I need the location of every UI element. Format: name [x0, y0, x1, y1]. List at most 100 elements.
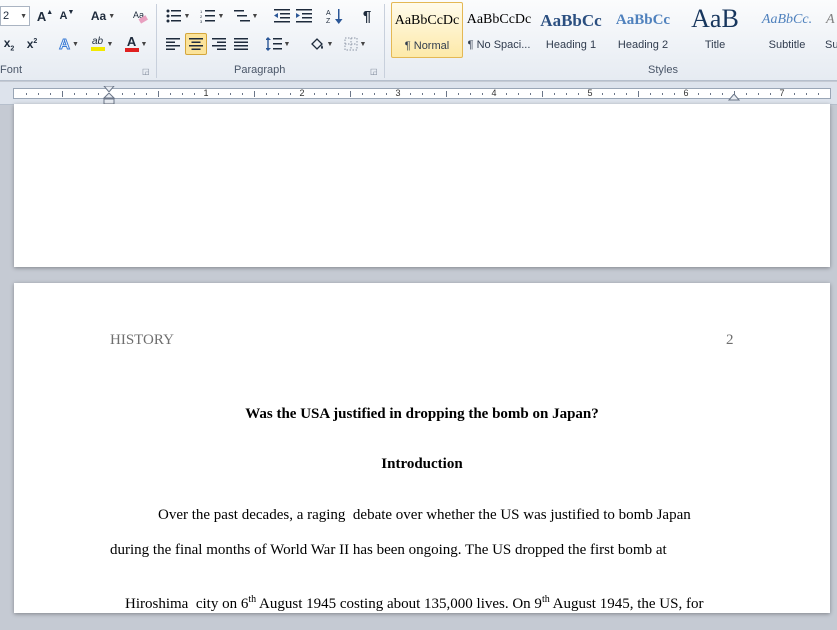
justify-icon	[234, 38, 248, 50]
style-name: Subtitle	[768, 39, 806, 51]
change-case-button[interactable]: Aa ▼	[88, 6, 118, 26]
style-no-spacing[interactable]: AaBbCcDc ¶ No Spaci...	[463, 2, 535, 58]
style-subtitle[interactable]: AaBbCc. Subtitle	[751, 2, 823, 58]
highlight-button[interactable]: ab ▼	[86, 34, 118, 54]
clear-formatting-icon: Aa	[133, 10, 148, 24]
font-color-icon: A	[124, 35, 139, 52]
paragraph-group-label: Paragraph	[234, 64, 286, 76]
text-effects-icon: A	[59, 35, 71, 53]
style-title[interactable]: AaB Title	[679, 2, 751, 58]
ruler-tick	[170, 93, 171, 95]
ruler-tick	[554, 93, 555, 95]
style-name: ¶ Normal	[404, 40, 450, 52]
increase-indent-icon	[296, 9, 312, 23]
ruler-tick	[662, 93, 663, 95]
ruler-tick	[566, 93, 567, 95]
show-hide-marks-button[interactable]: ¶	[356, 6, 378, 26]
shading-button[interactable]: ▼	[306, 34, 336, 54]
style-subtle-emphasis[interactable]: A Su	[823, 2, 837, 58]
ruler-tick	[122, 93, 123, 95]
svg-text:3: 3	[200, 19, 203, 23]
ruler-tick	[146, 93, 147, 95]
chevron-down-icon: ▼	[20, 12, 27, 20]
paint-bucket-icon	[310, 38, 323, 50]
chevron-down-icon: ▼	[326, 40, 334, 48]
ruler-number: 3	[395, 88, 401, 98]
line-spacing-button[interactable]: ▼	[263, 34, 293, 54]
clear-formatting-button[interactable]: Aa	[130, 6, 150, 26]
multilevel-list-button[interactable]: ▼	[231, 6, 261, 26]
style-normal[interactable]: AaBbCcDc ¶ Normal	[391, 2, 463, 58]
paragraph-dialog-launcher-icon[interactable]: ◲	[370, 67, 378, 76]
ruler-tick	[482, 93, 483, 95]
ribbon: 2 ▼ A ▲ A ▼ Aa ▼ Aa x2 x2 A ▼ ab ▼ A ▼ Font …	[0, 0, 837, 81]
ruler-strip: 1 2 3 4 5 6 7	[13, 88, 831, 99]
increase-indent-button[interactable]	[294, 6, 314, 26]
group-separator	[384, 4, 385, 78]
ruler-tick	[50, 93, 51, 95]
style-preview: AaBbCc	[615, 12, 671, 28]
highlight-icon: ab	[90, 37, 105, 51]
page-1	[14, 104, 830, 267]
borders-icon	[344, 37, 358, 51]
font-color-button[interactable]: A ▼	[120, 34, 152, 54]
align-right-button[interactable]	[209, 34, 229, 54]
font-size-box[interactable]: 2 ▼	[0, 6, 30, 26]
ruler-tick	[86, 93, 87, 95]
ruler-tick	[506, 93, 507, 95]
chevron-down-icon: ▼	[251, 12, 259, 20]
ruler-tick	[806, 93, 807, 95]
ruler-tick	[674, 93, 675, 95]
essay-title: Was the USA justified in dropping the bo…	[245, 406, 599, 422]
line-spacing-icon	[265, 37, 282, 51]
align-left-icon	[166, 38, 180, 50]
change-case-icon: Aa	[90, 9, 107, 23]
ruler-tick	[578, 93, 579, 95]
ruler-tick	[326, 93, 327, 95]
ruler-tick	[518, 93, 519, 95]
ruler-number: 5	[587, 88, 593, 98]
body-line: Hiroshima city on 6th August 1945 costin…	[125, 594, 704, 613]
bullets-button[interactable]: ▼	[163, 6, 193, 26]
ruler-tick	[770, 93, 771, 95]
style-heading-1[interactable]: AaBbCc Heading 1	[535, 2, 607, 58]
ruler-number: 1	[203, 88, 209, 98]
right-indent-marker-icon[interactable]	[728, 94, 740, 102]
shrink-font-button[interactable]: A ▼	[57, 6, 77, 26]
align-center-icon	[189, 38, 203, 50]
subscript-button[interactable]: x2	[0, 34, 18, 54]
ruler-tick	[314, 93, 315, 95]
font-dialog-launcher-icon[interactable]: ◲	[142, 67, 150, 76]
align-right-icon	[212, 38, 226, 50]
page-2: HISTORY 2 Was the USA justified in dropp…	[14, 283, 830, 613]
ruler-tick	[158, 91, 159, 97]
numbering-button[interactable]: 123 ▼	[197, 6, 227, 26]
align-left-button[interactable]	[163, 34, 183, 54]
text-effects-button[interactable]: A ▼	[54, 34, 84, 54]
font-size-value: 2	[3, 10, 10, 22]
chevron-down-icon: ▼	[71, 40, 79, 48]
chevron-down-icon: ▼	[106, 40, 114, 48]
ruler-tick	[218, 93, 219, 95]
justify-button[interactable]	[231, 34, 251, 54]
sort-button[interactable]: AZ	[324, 6, 346, 26]
ruler-tick	[266, 93, 267, 95]
ruler-tick	[746, 93, 747, 95]
style-name: Heading 2	[617, 39, 669, 51]
align-center-button[interactable]	[185, 33, 207, 55]
svg-text:A: A	[326, 10, 331, 17]
superscript-icon: x2	[26, 37, 38, 51]
ruler-tick	[290, 93, 291, 95]
chevron-down-icon: ▼	[217, 12, 225, 20]
ruler-number: 6	[683, 88, 689, 98]
decrease-indent-button[interactable]	[272, 6, 292, 26]
borders-button[interactable]: ▼	[340, 34, 370, 54]
ruler-tick	[650, 93, 651, 95]
body-line: during the final months of World War II …	[110, 542, 667, 558]
superscript-button[interactable]: x2	[22, 34, 42, 54]
ruler-number: 2	[299, 88, 305, 98]
style-heading-2[interactable]: AaBbCc Heading 2	[607, 2, 679, 58]
grow-font-button[interactable]: A ▲	[35, 6, 55, 26]
horizontal-ruler[interactable]: 1 2 3 4 5 6 7	[0, 82, 837, 105]
ruler-tick	[710, 93, 711, 95]
